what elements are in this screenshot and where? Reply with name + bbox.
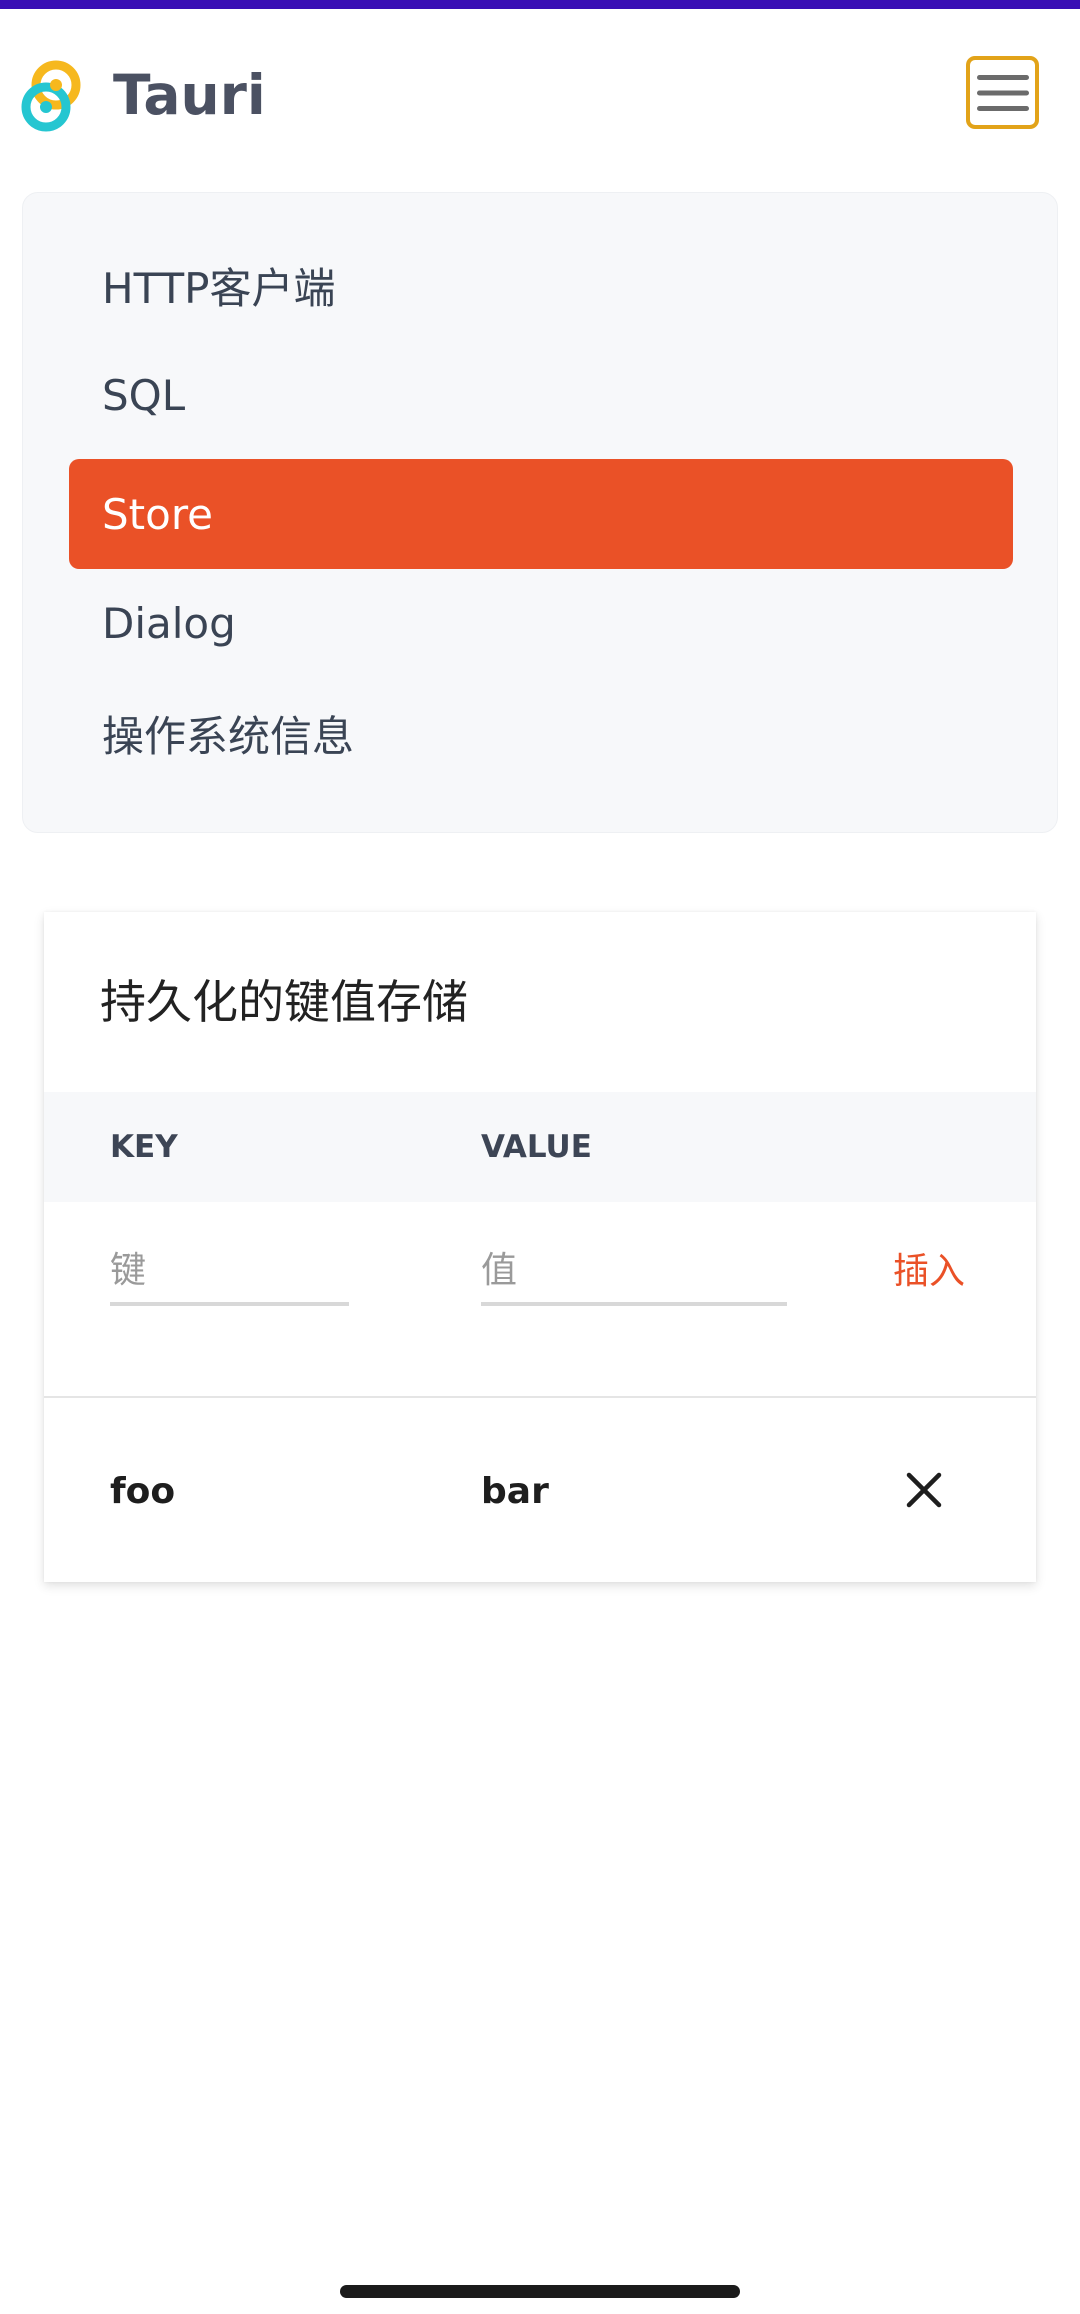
column-header-key: KEY — [110, 1129, 178, 1165]
nav-item-label: Dialog — [102, 598, 236, 648]
value-input[interactable] — [481, 1238, 787, 1306]
close-icon — [906, 1472, 942, 1508]
nav-item-sql[interactable]: SQL — [69, 340, 1013, 450]
delete-row-button[interactable] — [894, 1460, 954, 1520]
insert-button[interactable]: 插入 — [874, 1238, 984, 1298]
nav-item-label: Store — [102, 489, 214, 539]
hamburger-icon — [976, 74, 1029, 111]
nav-item-label: 操作系统信息 — [102, 711, 355, 761]
row-key: foo — [110, 1470, 176, 1512]
row-value: bar — [481, 1470, 549, 1512]
table-header: KEY VALUE — [44, 1092, 1036, 1202]
nav-panel: HTTP客户端 SQL Store Dialog 操作系统信息 — [22, 192, 1058, 833]
nav-item-store[interactable]: Store — [69, 459, 1013, 569]
table-row: foo bar — [44, 1396, 1036, 1584]
store-card: 持久化的键值存储 KEY VALUE 插入 foo bar — [44, 912, 1036, 1582]
brand-name: Tauri — [113, 63, 266, 127]
status-bar — [0, 0, 1080, 9]
tauri-logo-icon[interactable] — [20, 59, 84, 133]
card-title: 持久化的键值存储 — [100, 975, 468, 1029]
input-row: 插入 — [44, 1202, 1036, 1306]
nav-item-label: SQL — [102, 370, 186, 420]
menu-button[interactable] — [966, 56, 1039, 129]
nav-item-label: HTTP客户端 — [102, 263, 336, 313]
key-input[interactable] — [110, 1238, 349, 1306]
column-header-value: VALUE — [481, 1129, 592, 1165]
nav-item-http-client[interactable]: HTTP客户端 — [69, 230, 1013, 340]
nav-item-dialog[interactable]: Dialog — [69, 568, 1013, 678]
nav-item-os-info[interactable]: 操作系统信息 — [69, 678, 1013, 788]
home-indicator[interactable] — [340, 2285, 740, 2298]
app-header: Tauri — [0, 9, 1080, 179]
